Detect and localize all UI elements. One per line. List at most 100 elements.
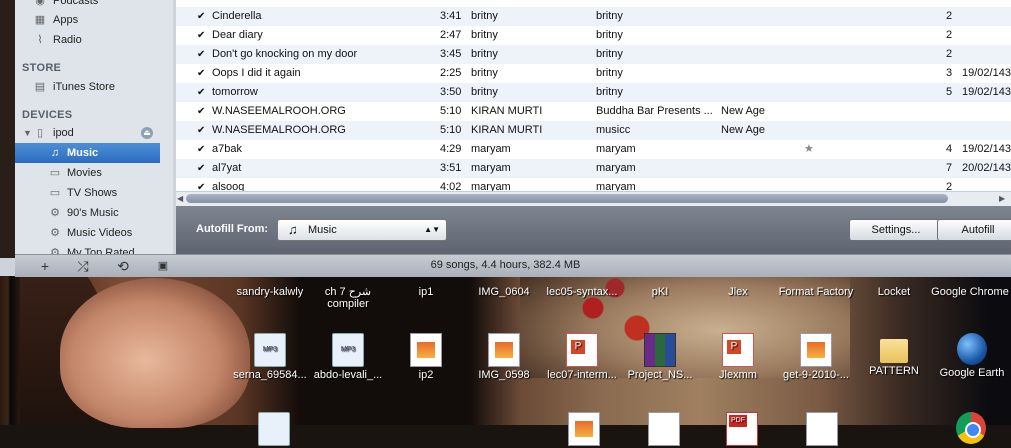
sidebar-item-90s-music[interactable]: ⚙ 90's Music: [15, 203, 160, 223]
desktop-icon-label: ip1: [418, 286, 434, 298]
desktop-icon-folder[interactable]: PATTERN: [854, 333, 934, 377]
eject-icon[interactable]: ⏏: [141, 127, 153, 139]
desktop-icon[interactable]: pKI: [620, 286, 700, 298]
song-album: britny: [596, 10, 623, 22]
desktop-icon-image[interactable]: ip2: [386, 333, 466, 381]
song-plays: 4: [946, 143, 953, 155]
song-checkbox[interactable]: ✔: [197, 159, 207, 178]
scroll-right-icon[interactable]: ▶: [999, 192, 1005, 206]
sidebar-item-itunes-store[interactable]: ▤ iTunes Store: [15, 77, 160, 97]
song-checkbox[interactable]: ✔: [197, 45, 207, 64]
desktop-icon-mp3[interactable]: MP3 serna_69584...: [230, 333, 310, 381]
sidebar-item-apps[interactable]: ▦ Apps: [15, 10, 160, 30]
table-row[interactable]: ✔ al7yat 3:51 maryam maryam 7 20/02/143: [176, 159, 1011, 178]
song-checkbox[interactable]: ✔: [197, 64, 207, 83]
ipod-icon: ▯: [36, 127, 44, 139]
table-row[interactable]: ✔ W.NASEEMALROOH.ORG 5:10 KIRAN MURTI Bu…: [176, 102, 1011, 121]
song-last-played: 20/02/143: [962, 162, 1011, 174]
desktop-icon-partial[interactable]: [956, 412, 986, 446]
desktop-icon[interactable]: Format Factory: [776, 286, 856, 298]
sidebar-item-music-videos[interactable]: ⚙ Music Videos: [15, 223, 160, 243]
table-row[interactable]: ✔ Don't go knocking on my door 3:45 brit…: [176, 45, 1011, 64]
rar-archive-icon: [644, 333, 676, 367]
table-row[interactable]: ✔ Oops I did it again 2:25 britny britny…: [176, 64, 1011, 83]
desktop-icon-rar[interactable]: Project_NS...: [620, 333, 700, 381]
desktop-icon[interactable]: ip1: [386, 286, 466, 298]
sidebar-item-ipod[interactable]: ▼ ▯ ipod ⏏: [15, 123, 160, 143]
desktop-icon-label: lec05-syntax...: [546, 286, 618, 298]
sidebar-item-radio[interactable]: ⌇ Radio: [15, 30, 160, 50]
song-checkbox[interactable]: ✔: [197, 102, 207, 121]
desktop-icon-label: sandry-kalwly: [236, 286, 304, 298]
song-name: Cinderella: [212, 10, 262, 22]
desktop-icon[interactable]: Jlex: [698, 286, 778, 298]
sidebar-item-label: TV Shows: [67, 187, 118, 199]
image-file-icon: [568, 412, 600, 446]
desktop-icon-mp3[interactable]: MP3 abdo-levali_...: [308, 333, 388, 381]
up-down-arrows-icon: ▲▼: [424, 225, 440, 234]
table-row[interactable]: ✔ tomorrow 3:50 britny britny 5 19/02/14…: [176, 83, 1011, 102]
song-checkbox[interactable]: ✔: [197, 83, 207, 102]
desktop-icon-partial[interactable]: [806, 412, 838, 448]
table-row[interactable]: ✔ W.NASEEMALROOH.ORG 5:10 KIRAN MURTI mu…: [176, 121, 1011, 140]
desktop-icon-partial[interactable]: [726, 412, 758, 448]
song-name: al7yat: [212, 162, 242, 174]
song-artist: britny: [471, 86, 498, 98]
song-plays: 2: [946, 48, 953, 60]
desktop-icon-label: Locket: [877, 286, 911, 298]
song-album: Buddha Bar Presents ...: [596, 105, 713, 117]
desktop-icon[interactable]: sandry-kalwly: [230, 286, 310, 298]
desktop-icon[interactable]: Locket: [854, 286, 934, 298]
desktop-icon[interactable]: ch 7 شرح compiler: [308, 286, 388, 310]
sidebar-item-movies[interactable]: ▭ Movies: [15, 163, 160, 183]
music-note-icon: ♫: [288, 222, 298, 237]
show-artwork-icon[interactable]: ▣: [153, 257, 173, 275]
desktop-icon-label: get-9-2010-...: [782, 369, 850, 381]
powerpoint-file-icon: [722, 333, 754, 367]
settings-button[interactable]: Settings...: [849, 219, 943, 241]
song-checkbox[interactable]: ✔: [197, 26, 207, 45]
desktop-icon-google-earth[interactable]: Google Earth: [932, 333, 1011, 379]
desktop-icon-image[interactable]: get-9-2010-...: [776, 333, 856, 381]
sidebar-item-music[interactable]: ♫ Music: [15, 143, 160, 163]
autofill-button[interactable]: Autofill: [937, 219, 1011, 241]
disclosure-triangle-icon[interactable]: ▼: [23, 123, 32, 143]
scroll-left-icon[interactable]: ◀: [177, 192, 183, 206]
desktop-icon-ppt[interactable]: lec07-interm...: [542, 333, 622, 381]
song-name: tomorrow: [212, 86, 258, 98]
desktop-icon-ppt[interactable]: Jlexmm: [698, 333, 778, 381]
song-checkbox[interactable]: ✔: [197, 121, 207, 140]
song-artist: KIRAN MURTI: [471, 105, 543, 117]
song-album: britny: [596, 48, 623, 60]
star-rating-icon[interactable]: ★: [804, 140, 824, 159]
shuffle-icon[interactable]: ⤮: [73, 257, 93, 275]
sidebar-item-label: Music: [67, 147, 99, 159]
scrollbar-thumb[interactable]: [186, 194, 948, 203]
itunes-window: ◉ Podcasts ▦ Apps ⌇ Radio STORE ▤ iTunes…: [0, 0, 1011, 277]
mp3-file-icon: MP3: [332, 333, 364, 367]
desktop-icon-partial[interactable]: [258, 412, 290, 448]
repeat-icon[interactable]: ⟲: [113, 257, 133, 275]
sidebar-item-tv-shows[interactable]: ▭ TV Shows: [15, 183, 160, 203]
desktop-icon-image[interactable]: IMG_0598: [464, 333, 544, 381]
desktop-icon-partial[interactable]: [568, 412, 600, 448]
song-checkbox[interactable]: ✔: [197, 7, 207, 26]
desktop-icon[interactable]: Google Chrome: [930, 286, 1010, 298]
horizontal-scrollbar[interactable]: ◀ ▶: [176, 191, 1011, 206]
add-playlist-icon[interactable]: +: [35, 257, 55, 275]
song-checkbox[interactable]: ✔: [197, 140, 207, 159]
table-row[interactable]: ✔ Cinderella 3:41 britny britny 2: [176, 7, 1011, 26]
table-row[interactable]: ✔ Dear diary 2:47 britny britny 2: [176, 26, 1011, 45]
desktop-icon[interactable]: lec05-syntax...: [542, 286, 622, 298]
sidebar-item-my-top-rated[interactable]: ⚙ My Top Rated: [15, 243, 160, 254]
google-earth-icon: [957, 333, 987, 365]
desktop-icon-partial[interactable]: [648, 412, 680, 448]
song-album: maryam: [596, 162, 636, 174]
autofill-source-value: Music: [308, 224, 337, 236]
autofill-source-select[interactable]: ♫ Music ▲▼: [277, 219, 447, 241]
sidebar-item-label: 90's Music: [67, 207, 119, 219]
desktop-icon[interactable]: IMG_0604: [464, 286, 544, 298]
gear-icon: ⚙: [50, 247, 60, 254]
table-row[interactable]: ✔ a7bak 4:29 maryam maryam ★ 4 19/02/143: [176, 140, 1011, 159]
song-list: ✔ Cinderella 3:41 britny britny 2 ✔ Dear…: [176, 0, 1011, 196]
